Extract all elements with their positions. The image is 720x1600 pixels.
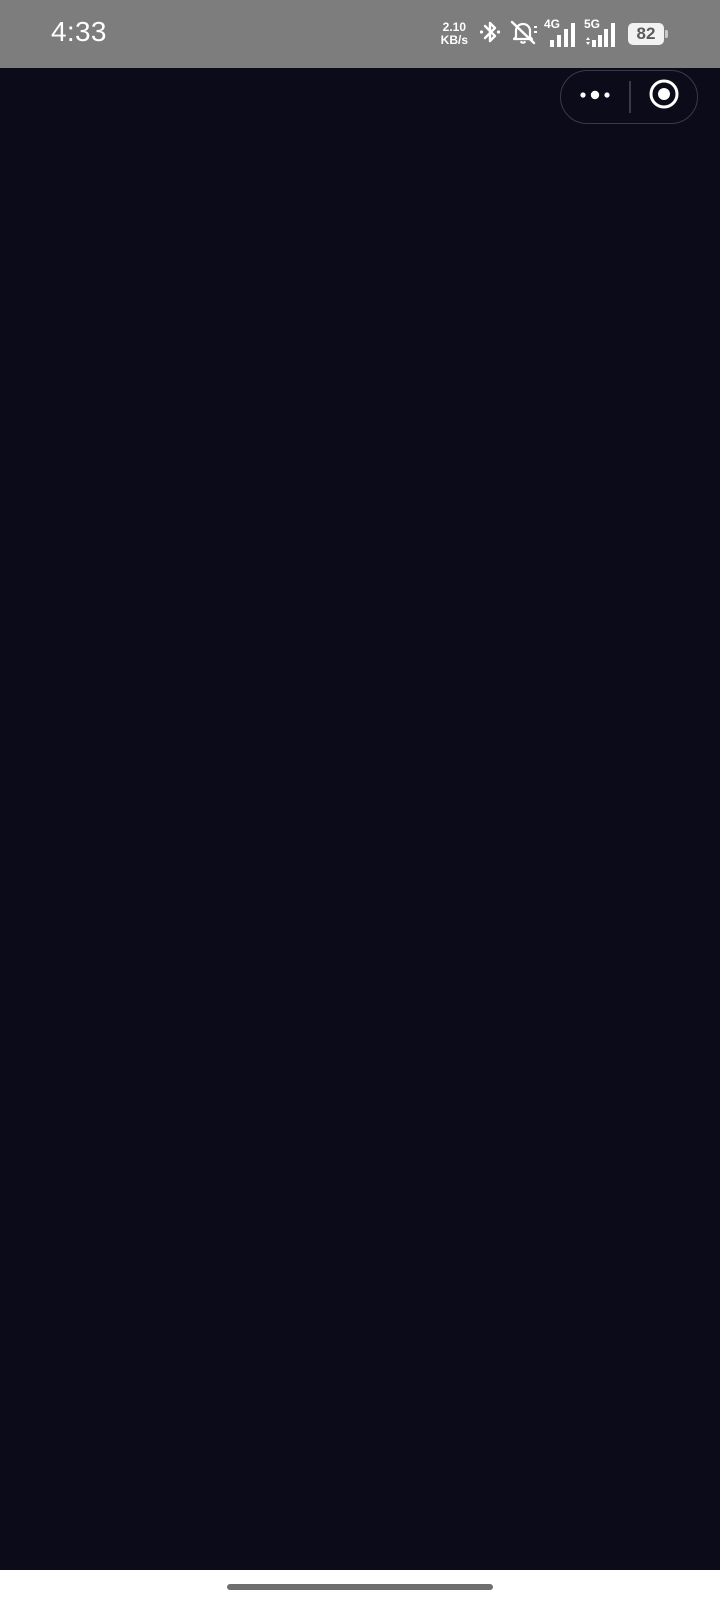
- battery-icon: 82: [628, 23, 668, 45]
- network-speed: 2.10 KB/s: [441, 21, 468, 47]
- silent-bell-icon: [508, 18, 538, 51]
- signal-4g-icon: 4G: [544, 17, 578, 49]
- bluetooth-icon: [478, 18, 502, 51]
- status-bar: 4:33 2.10 KB/s 4G 5G 82: [0, 0, 720, 68]
- close-target-icon: [648, 78, 680, 115]
- signal-5g-icon: 5G: [584, 17, 618, 49]
- more-dots-icon: [579, 88, 611, 106]
- battery-tip: [665, 30, 668, 38]
- navigation-bar: [0, 1570, 720, 1600]
- close-button[interactable]: [631, 71, 697, 122]
- main-content: [0, 68, 720, 1570]
- mini-program-capsule: [560, 70, 698, 124]
- network-speed-unit: KB/s: [440, 33, 468, 47]
- status-icons: 2.10 KB/s 4G 5G 82: [441, 14, 668, 54]
- more-button[interactable]: [561, 71, 629, 122]
- home-indicator[interactable]: [227, 1584, 493, 1590]
- battery-level: 82: [628, 23, 664, 45]
- status-time: 4:33: [51, 16, 107, 47]
